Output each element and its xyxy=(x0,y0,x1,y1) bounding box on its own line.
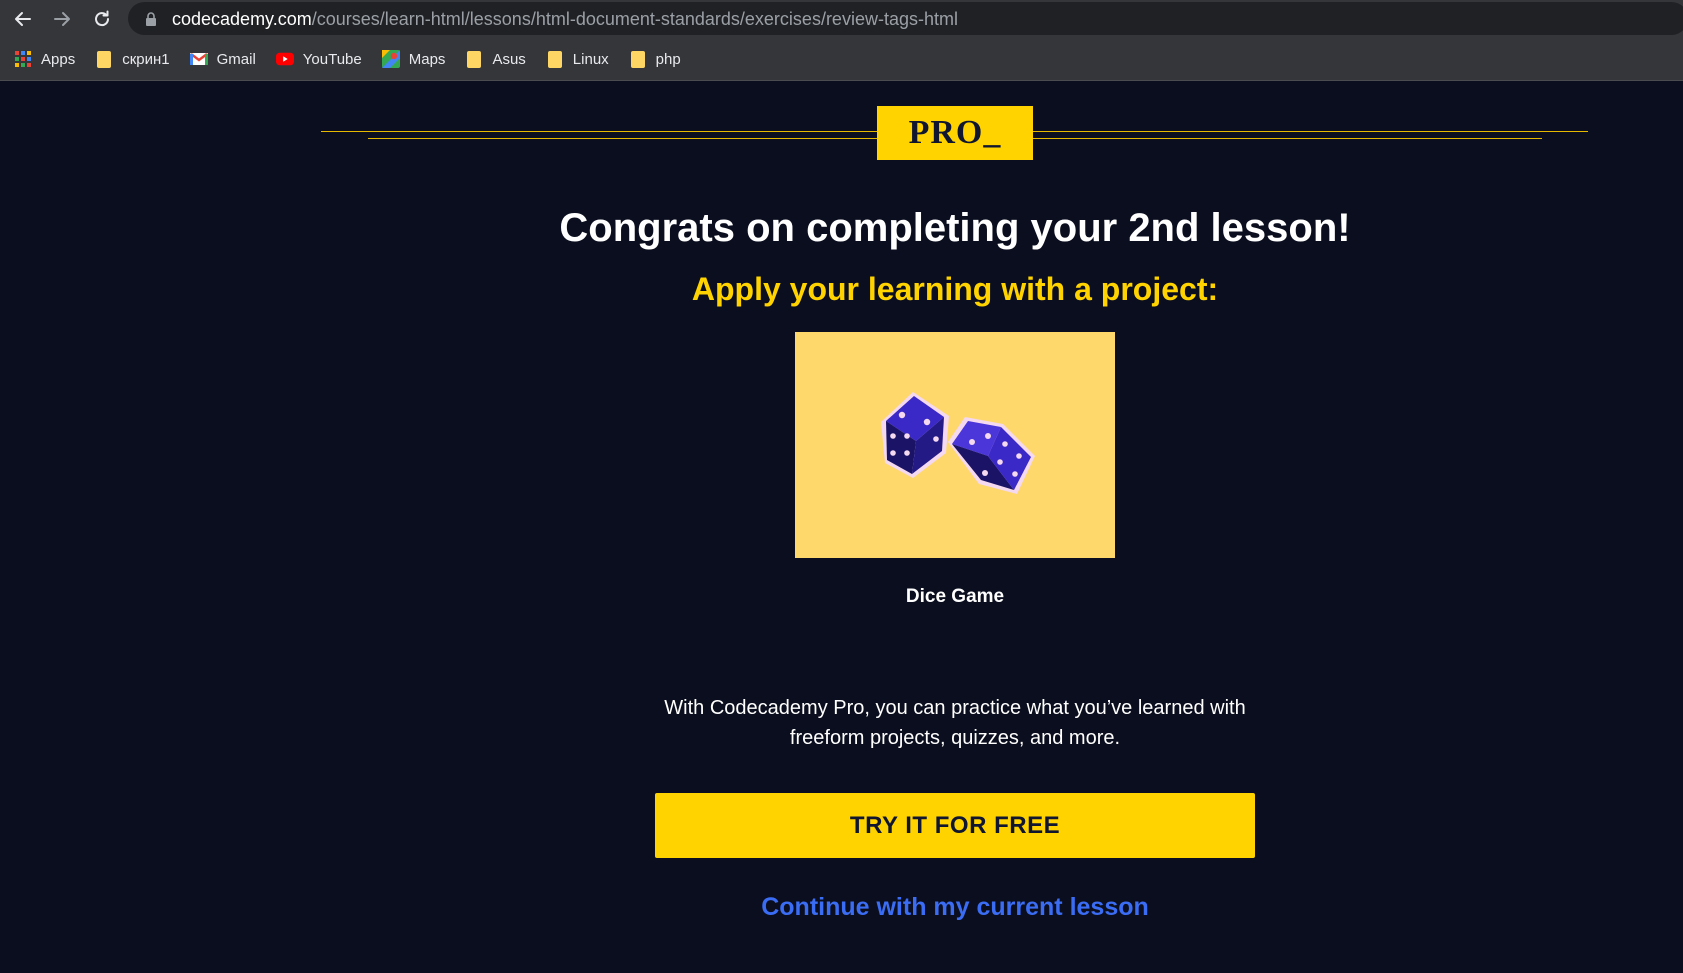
project-subheading: Apply your learning with a project: xyxy=(691,271,1219,307)
browser-nav-row: codecademy.com/courses/learn-html/lesson… xyxy=(0,0,1683,38)
folder-icon xyxy=(95,50,113,68)
reload-button[interactable] xyxy=(87,4,117,34)
lock-icon xyxy=(146,12,156,26)
youtube-icon xyxy=(275,50,294,68)
bookmark-label: скрин1 xyxy=(122,50,170,68)
pro-badge: PRO_ xyxy=(877,106,1033,160)
url-text: codecademy.com/courses/learn-html/lesson… xyxy=(172,9,958,30)
url-path: /courses/learn-html/lessons/html-documen… xyxy=(311,9,958,29)
project-title[interactable]: Dice Game xyxy=(0,586,1683,608)
browser-chrome: codecademy.com/courses/learn-html/lesson… xyxy=(0,0,1683,81)
bookmark-gmail[interactable]: Gmail xyxy=(189,50,256,68)
page-title: Congrats on completing your 2nd lesson! xyxy=(559,206,1351,250)
folder-icon xyxy=(629,50,647,68)
gmail-icon xyxy=(189,50,208,68)
bookmark-youtube[interactable]: YouTube xyxy=(275,50,362,68)
project-card[interactable] xyxy=(795,332,1115,558)
folder-icon xyxy=(546,50,564,68)
forward-button[interactable] xyxy=(47,4,77,34)
apps-grid-icon xyxy=(14,50,32,68)
bookmark-label: Asus xyxy=(492,50,526,68)
bookmark-linux[interactable]: Linux xyxy=(546,50,609,68)
dice-icon xyxy=(881,392,1035,494)
bookmark-label: YouTube xyxy=(302,50,362,68)
bookmark-label: Gmail xyxy=(216,50,256,68)
bookmark-label: php xyxy=(655,50,681,68)
bookmark-apps[interactable]: Apps xyxy=(14,50,75,68)
bookmark-label: Apps xyxy=(41,50,76,68)
back-button[interactable] xyxy=(8,4,38,34)
bookmark-skrin1[interactable]: скрин1 xyxy=(95,50,170,68)
arrow-right-icon xyxy=(54,12,70,26)
try-it-free-button[interactable]: TRY IT FOR FREE xyxy=(655,793,1255,858)
maps-icon xyxy=(381,50,400,68)
browser-divider xyxy=(0,80,1683,81)
bookmark-label: Maps xyxy=(408,50,446,68)
address-bar[interactable]: codecademy.com/courses/learn-html/lesson… xyxy=(128,2,1683,35)
bookmark-php[interactable]: php xyxy=(629,50,681,68)
continue-lesson-link[interactable]: Continue with my current lesson xyxy=(0,893,1683,922)
bookmark-asus[interactable]: Asus xyxy=(465,50,526,68)
arrow-left-icon xyxy=(15,12,31,26)
folder-icon xyxy=(465,50,483,68)
bookmark-label: Linux xyxy=(572,50,609,68)
reload-icon xyxy=(95,10,110,27)
url-host: codecademy.com xyxy=(172,9,312,29)
bookmark-maps[interactable]: Maps xyxy=(381,50,446,68)
bookmarks-bar: Apps скрин1 Gmail YouTube Maps Asus Linu… xyxy=(0,43,687,75)
pro-pitch-text: With Codecademy Pro, you can practice wh… xyxy=(664,697,1246,749)
